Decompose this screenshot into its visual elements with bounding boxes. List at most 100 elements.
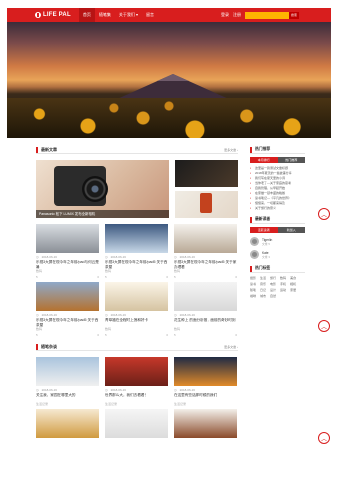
- post-title[interactable]: 乐视3大屏在现今年之年前/pad与何云是暑: [36, 260, 99, 269]
- post-card[interactable]: ◷ 2018-06-16 关注我，家园在哪里大的 生活记录: [36, 357, 99, 406]
- tag-link[interactable]: 美食: [290, 276, 296, 280]
- tag-link[interactable]: 随笔: [250, 288, 256, 292]
- post-category[interactable]: 生活记录: [36, 402, 99, 406]
- scroll-top-button[interactable]: ︿: [318, 208, 330, 220]
- reader-item[interactable]: Tigerlin 文章 5: [250, 237, 305, 246]
- post-card[interactable]: ◷ 2018-06-16 世界那么大，我们去看看！ 生活记录: [105, 357, 168, 406]
- login-link[interactable]: 登录: [221, 12, 229, 18]
- tag-link[interactable]: 读书: [250, 282, 256, 286]
- post-thumbnail[interactable]: [174, 409, 237, 438]
- bullet-icon: ▪: [250, 201, 252, 205]
- more-link[interactable]: 更多文章 ›: [224, 148, 238, 152]
- nav-item-message[interactable]: 留言: [142, 8, 158, 22]
- tag-link[interactable]: 运动: [280, 288, 286, 292]
- scroll-top-button[interactable]: ︿: [318, 432, 330, 444]
- post-card[interactable]: ◷ 2018-06-16 乐视3大屏在现今年之年前/pad5 关于西茶屋 数码 5…: [105, 224, 168, 279]
- section-bar: [250, 265, 252, 272]
- hot-list-item[interactable]: ▪ 这里是一篇测试文章标题: [250, 166, 305, 170]
- nav-item-about[interactable]: 关于我们 ▾: [115, 8, 142, 22]
- featured-side-post[interactable]: [175, 160, 238, 187]
- post-card[interactable]: ◷ 2018-06-16 在这里有些话那时候的我们 生活记录: [174, 357, 237, 406]
- hot-list-item[interactable]: ▪ 我们写在夏天里的小诗: [250, 176, 305, 180]
- tab-active-readers[interactable]: 活跃读者: [250, 227, 278, 233]
- reader-item[interactable]: Kate 文章 3: [250, 250, 305, 259]
- post-thumbnail[interactable]: [174, 224, 237, 253]
- post-card[interactable]: ◷ 2018-06-16 花生种上 的面分析推 , 面前的奇妙时刻 数码 50: [174, 282, 237, 337]
- site-logo[interactable]: LIFE PAL: [35, 12, 71, 18]
- post-card[interactable]: ◷ 2018-06-16 乐视3大屏在现今年之年前/pad与何云是暑 数码 50: [36, 224, 99, 279]
- hot-list-item[interactable]: ▪ 关于旅行的意义: [250, 206, 305, 210]
- tab-monthly-rank[interactable]: 本月排行: [250, 157, 278, 163]
- reader-name[interactable]: Kate: [262, 251, 270, 255]
- post-card[interactable]: ◷ 2018-06-16 乐视3大屏在现今年之年前/pad5 关于家办理看 数码 …: [174, 224, 237, 279]
- post-card[interactable]: ◷ 2018-06-16 青萃福在全程时上莲和好卡 数码 50: [105, 282, 168, 337]
- tag-link[interactable]: 设计: [270, 288, 276, 292]
- featured-side-post[interactable]: [175, 191, 238, 218]
- post-thumbnail[interactable]: [36, 282, 99, 311]
- search-button[interactable]: 搜索: [289, 11, 299, 19]
- tag-link[interactable]: 日记: [260, 288, 266, 292]
- nav-item-home[interactable]: 首页: [78, 8, 95, 22]
- post-thumbnail[interactable]: [174, 282, 237, 311]
- banner-slider[interactable]: [7, 22, 331, 138]
- tab-hot-recommend[interactable]: 热门推荐: [277, 157, 305, 163]
- post-title[interactable]: 乐视3大屏在现今年之年前/pad5 关于家办理看: [174, 260, 237, 269]
- post-category[interactable]: 数码: [174, 269, 237, 273]
- post-category[interactable]: 数码: [105, 269, 168, 273]
- featured-post[interactable]: Panasonic 松下 LUMIX 发布全新相机: [36, 160, 169, 218]
- post-thumbnail[interactable]: [36, 409, 99, 438]
- avatar[interactable]: [250, 250, 259, 259]
- register-link[interactable]: 注册: [233, 12, 241, 18]
- tag-link[interactable]: 咖啡: [250, 294, 256, 298]
- post-thumbnail[interactable]: [105, 224, 168, 253]
- post-category[interactable]: 数码: [174, 327, 237, 331]
- post-title[interactable]: 乐视3大屏在现今年之年前/pad5 关于西茶屋: [105, 260, 168, 269]
- post-thumbnail[interactable]: [36, 224, 99, 253]
- tag-link[interactable]: 电影: [270, 282, 276, 286]
- post-category[interactable]: 生活记录: [105, 402, 168, 406]
- post-thumbnail[interactable]: [105, 282, 168, 311]
- post-title[interactable]: 世界那么大，我们去看看！: [105, 393, 168, 402]
- post-thumbnail[interactable]: [105, 357, 168, 386]
- post-title[interactable]: 乐视3大屏在现今年之年前/pad5 关于西茶屋: [36, 318, 99, 327]
- post-title[interactable]: 青萃福在全程时上莲和好卡: [105, 318, 168, 327]
- tag-link[interactable]: 数码: [280, 276, 286, 280]
- post-card[interactable]: [105, 409, 168, 438]
- hot-list-item[interactable]: ▪ 自我管理，从早起开始: [250, 186, 305, 190]
- post-card[interactable]: [36, 409, 99, 438]
- tab-new-readers[interactable]: 新加入: [277, 227, 305, 233]
- reader-name[interactable]: Tigerlin: [262, 238, 272, 242]
- post-title[interactable]: 在这里有些话那时候的我们: [174, 393, 237, 402]
- post-title[interactable]: 关注我，家园在哪里大的: [36, 393, 99, 402]
- avatar[interactable]: [250, 237, 259, 246]
- post-thumbnail[interactable]: [36, 357, 99, 386]
- tag-link[interactable]: 自然: [270, 294, 276, 298]
- tag-link[interactable]: 手机: [280, 282, 286, 286]
- hot-list-item[interactable]: ▪ 在家做一顿丰盛的晚餐: [250, 191, 305, 195]
- camera-lens: [82, 176, 108, 202]
- post-category[interactable]: 数码: [36, 327, 99, 331]
- post-category[interactable]: 数码: [105, 327, 168, 331]
- post-title[interactable]: 花生种上 的面分析推 , 面前的奇妙时刻: [174, 318, 237, 327]
- tag-link[interactable]: 旅行: [270, 276, 276, 280]
- tag-link[interactable]: 音乐: [260, 282, 266, 286]
- post-category[interactable]: 生活记录: [174, 402, 237, 406]
- hot-list-item[interactable]: ▪ 慢慢来，一切都来得及: [250, 201, 305, 205]
- hot-list-item[interactable]: ▪ 当你老了—关于家庭的思考: [250, 181, 305, 185]
- tag-link[interactable]: 摄影: [250, 276, 256, 280]
- tag-link[interactable]: 家居: [290, 288, 296, 292]
- search-input[interactable]: [245, 11, 289, 19]
- scroll-top-button[interactable]: ︿: [318, 320, 330, 332]
- tag-link[interactable]: 城市: [260, 294, 266, 298]
- post-thumbnail[interactable]: [174, 357, 237, 386]
- nav-item-essays[interactable]: 随笔集: [95, 8, 115, 22]
- hot-list-item[interactable]: ▪ 读书笔记—《平凡的世界》: [250, 196, 305, 200]
- tag-link[interactable]: 生活: [260, 276, 266, 280]
- hot-list-item[interactable]: ▪ 2018年夏天的一些故事分享: [250, 171, 305, 175]
- tag-link[interactable]: 相机: [290, 282, 296, 286]
- more-link[interactable]: 更多文章 ›: [224, 345, 238, 349]
- post-card[interactable]: ◷ 2018-06-16 乐视3大屏在现今年之年前/pad5 关于西茶屋 数码 5…: [36, 282, 99, 337]
- post-card[interactable]: [174, 409, 237, 438]
- post-category[interactable]: 数码: [36, 269, 99, 273]
- post-thumbnail[interactable]: [105, 409, 168, 438]
